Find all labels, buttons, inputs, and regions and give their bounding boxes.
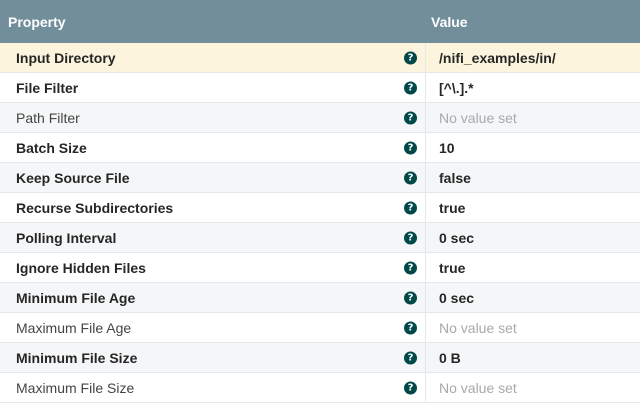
- property-name-cell: Minimum File Size ?: [0, 343, 426, 372]
- property-name-cell: Input Directory ?: [0, 43, 426, 72]
- property-name-cell: Maximum File Age ?: [0, 313, 426, 342]
- property-name: Minimum File Size: [16, 349, 138, 366]
- property-value-cell[interactable]: No value set: [426, 313, 640, 342]
- help-icon[interactable]: ?: [404, 51, 417, 64]
- table-header: Property Value: [0, 0, 640, 43]
- table-row[interactable]: Minimum File Age ? 0 sec: [0, 283, 640, 313]
- help-icon[interactable]: ?: [404, 351, 417, 364]
- property-name: Recurse Subdirectories: [16, 199, 174, 216]
- table-row[interactable]: Batch Size ? 10: [0, 133, 640, 163]
- help-icon[interactable]: ?: [404, 171, 417, 184]
- property-name: Batch Size: [16, 139, 87, 156]
- properties-table: Property Value Input Directory ? /nifi_e…: [0, 0, 640, 403]
- table-row[interactable]: Keep Source File ? false: [0, 163, 640, 193]
- property-value-cell[interactable]: 0 B: [426, 343, 640, 372]
- help-icon[interactable]: ?: [404, 231, 417, 244]
- property-name: Path Filter: [16, 109, 80, 126]
- help-icon[interactable]: ?: [404, 111, 417, 124]
- table-row[interactable]: File Filter ? [^\.].*: [0, 73, 640, 103]
- property-value-cell[interactable]: 10: [426, 133, 640, 162]
- table-row[interactable]: Maximum File Age ? No value set: [0, 313, 640, 343]
- property-name: Input Directory: [16, 49, 116, 66]
- property-value-cell[interactable]: [^\.].*: [426, 73, 640, 102]
- property-name: Keep Source File: [16, 169, 130, 186]
- property-name-cell: Ignore Hidden Files ?: [0, 253, 426, 282]
- help-icon[interactable]: ?: [404, 321, 417, 334]
- property-name: Ignore Hidden Files: [16, 259, 146, 276]
- help-icon[interactable]: ?: [404, 261, 417, 274]
- table-row[interactable]: Ignore Hidden Files ? true: [0, 253, 640, 283]
- property-name-cell: Batch Size ?: [0, 133, 426, 162]
- table-row[interactable]: Path Filter ? No value set: [0, 103, 640, 133]
- property-value-cell[interactable]: 0 sec: [426, 223, 640, 252]
- table-row[interactable]: Polling Interval ? 0 sec: [0, 223, 640, 253]
- property-value-cell[interactable]: No value set: [426, 373, 640, 402]
- property-value-cell[interactable]: 0 sec: [426, 283, 640, 312]
- property-name-cell: Recurse Subdirectories ?: [0, 193, 426, 222]
- table-row[interactable]: Maximum File Size ? No value set: [0, 373, 640, 403]
- property-name-cell: File Filter ?: [0, 73, 426, 102]
- table-row[interactable]: Recurse Subdirectories ? true: [0, 193, 640, 223]
- value-column-header[interactable]: Value: [426, 14, 640, 30]
- property-name: Maximum File Age: [16, 319, 132, 336]
- property-name: Polling Interval: [16, 229, 117, 246]
- property-name-cell: Keep Source File ?: [0, 163, 426, 192]
- table-row[interactable]: Input Directory ? /nifi_examples/in/: [0, 43, 640, 73]
- property-name: Maximum File Size: [16, 379, 135, 396]
- property-value-cell[interactable]: No value set: [426, 103, 640, 132]
- property-value-cell[interactable]: false: [426, 163, 640, 192]
- help-icon[interactable]: ?: [404, 141, 417, 154]
- table-body: Input Directory ? /nifi_examples/in/ Fil…: [0, 43, 640, 403]
- property-value-cell[interactable]: true: [426, 193, 640, 222]
- property-column-header[interactable]: Property: [0, 14, 426, 30]
- property-name-cell: Polling Interval ?: [0, 223, 426, 252]
- property-name: Minimum File Age: [16, 289, 136, 306]
- help-icon[interactable]: ?: [404, 201, 417, 214]
- help-icon[interactable]: ?: [404, 291, 417, 304]
- property-name-cell: Path Filter ?: [0, 103, 426, 132]
- help-icon[interactable]: ?: [404, 81, 417, 94]
- property-value-cell[interactable]: /nifi_examples/in/: [426, 43, 640, 72]
- property-name-cell: Minimum File Age ?: [0, 283, 426, 312]
- property-value-cell[interactable]: true: [426, 253, 640, 282]
- table-row[interactable]: Minimum File Size ? 0 B: [0, 343, 640, 373]
- property-name: File Filter: [16, 79, 79, 96]
- property-name-cell: Maximum File Size ?: [0, 373, 426, 402]
- help-icon[interactable]: ?: [404, 381, 417, 394]
